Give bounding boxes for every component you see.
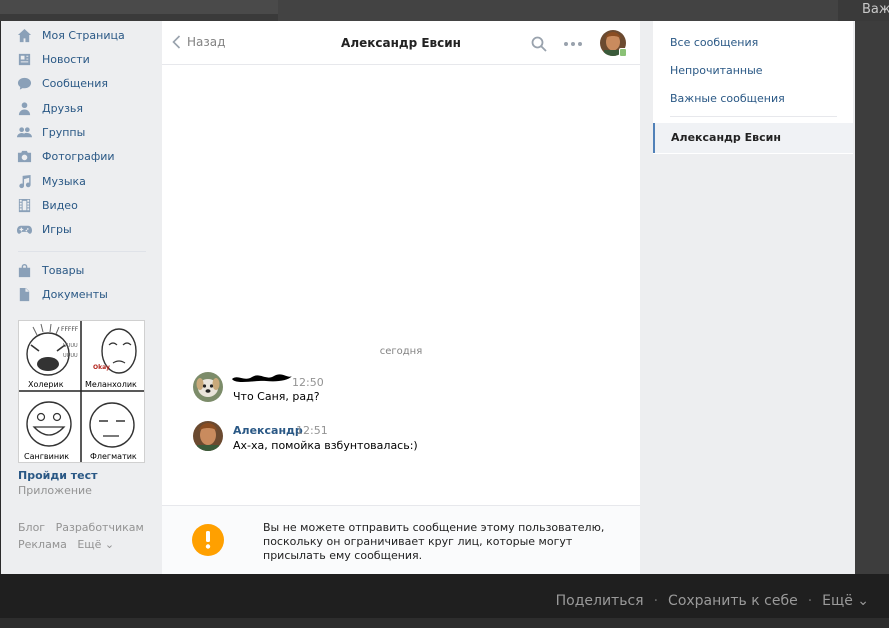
online-mobile-indicator	[619, 48, 627, 57]
nav-label: Игры	[42, 222, 72, 236]
nav-item-friends[interactable]: Друзья	[17, 97, 83, 119]
message-time: 12:51	[296, 424, 328, 437]
nav-item-goods[interactable]: Товары	[17, 259, 84, 281]
nav-label: Группы	[42, 125, 86, 139]
nav-label: Новости	[42, 52, 90, 66]
blocked-notice-area: Вы не можете отправить сообщение этому п…	[162, 505, 640, 574]
backdrop-cut-text: Важ	[862, 2, 889, 17]
backdrop-bottom-strip	[0, 618, 889, 628]
more-options-icon[interactable]	[564, 36, 582, 52]
backdrop-left-card	[0, 0, 278, 14]
nav-label: Музыка	[42, 174, 86, 188]
filter-all-messages[interactable]: Все сообщения	[670, 36, 758, 49]
message-filters-panel: Все сообщения Непрочитанные Важные сообщ…	[653, 21, 853, 154]
warning-icon	[192, 524, 224, 556]
nav-item-photos[interactable]: Фотографии	[17, 145, 115, 167]
footer-link-blog[interactable]: Блог	[18, 521, 45, 534]
separator-dot: ·	[807, 593, 813, 609]
svg-text:UUUU: UUUU	[63, 353, 78, 359]
video-icon	[17, 198, 32, 213]
bag-icon	[17, 263, 32, 278]
filter-unread[interactable]: Непрочитанные	[670, 64, 763, 77]
date-divider: сегодня	[379, 346, 423, 357]
gamepad-icon	[17, 222, 32, 237]
promo-label-phlegmatic: Флегматик	[90, 452, 137, 461]
message-author-avatar-dog[interactable]	[193, 372, 223, 402]
message-author-avatar-alexander[interactable]	[193, 421, 223, 451]
home-icon	[17, 28, 32, 43]
promo-label-sanguine: Сангвиник	[24, 452, 69, 461]
nav-item-groups[interactable]: Группы	[17, 121, 85, 143]
active-conversation-label: Александр Евсин	[671, 131, 781, 144]
bottom-actions: Поделиться · Сохранить к себе · Ещё ⌄	[556, 593, 869, 609]
friends-icon	[17, 101, 32, 116]
blocked-notice-text: Вы не можете отправить сообщение этому п…	[263, 521, 605, 562]
footer-link-ads[interactable]: Реклама	[18, 538, 67, 551]
redacted-name-scribble	[232, 374, 292, 383]
active-conversation-item[interactable]: Александр Евсин	[653, 123, 853, 153]
separator-dot: ·	[653, 593, 659, 609]
music-icon	[17, 174, 32, 189]
filter-important[interactable]: Важные сообщения	[670, 92, 785, 105]
message-author-name[interactable]: Александр	[233, 424, 303, 437]
backdrop-top-strip: Важ	[0, 0, 889, 21]
promo-subtitle: Приложение	[18, 484, 92, 497]
nav-divider	[18, 251, 146, 252]
left-navigation: Моя Страница Новости Сообщения Друзья Гр…	[1, 21, 161, 574]
nav-item-documents[interactable]: Документы	[17, 283, 108, 305]
save-to-self-button[interactable]: Сохранить к себе	[668, 593, 798, 609]
nav-item-video[interactable]: Видео	[17, 194, 78, 216]
messages-icon	[17, 76, 32, 91]
promo-title[interactable]: Пройди тест	[18, 469, 98, 482]
promo-label-choleric: Холерик	[28, 380, 64, 389]
nav-item-messages[interactable]: Сообщения	[17, 72, 108, 94]
nav-item-music[interactable]: Музыка	[17, 170, 86, 192]
nav-label: Моя Страница	[42, 28, 125, 42]
nav-label: Фотографии	[42, 149, 115, 163]
temperament-meme-image: FFFFF UUUU UUUU Okay Холерик Меланхолик …	[19, 321, 144, 462]
document-icon	[17, 287, 32, 302]
nav-item-games[interactable]: Игры	[17, 218, 72, 240]
message-text: Ах-ха, помойка взбунтовалась:)	[233, 439, 418, 452]
share-button[interactable]: Поделиться	[556, 593, 644, 609]
avatar-photo	[193, 421, 223, 451]
chat-header: Назад Александр Евсин	[162, 21, 640, 65]
footer-links-row2: Реклама Ещё ⌄	[18, 538, 114, 551]
promo-okay-label: Okay	[93, 364, 110, 371]
nav-label: Видео	[42, 198, 78, 212]
svg-text:UUUU: UUUU	[63, 343, 78, 349]
nav-label: Товары	[42, 263, 85, 277]
nav-label: Сообщения	[42, 76, 109, 90]
svg-text:FFFFF: FFFFF	[61, 326, 79, 333]
more-button[interactable]: Ещё ⌄	[822, 593, 869, 609]
footer-link-developers[interactable]: Разработчикам	[56, 521, 144, 534]
backdrop-center-card	[278, 0, 838, 21]
search-icon[interactable]	[531, 36, 547, 52]
footer-link-more[interactable]: Ещё ⌄	[77, 538, 114, 551]
camera-icon	[17, 149, 32, 164]
nav-label: Друзья	[42, 101, 84, 115]
nav-label: Документы	[42, 287, 108, 301]
dog-avatar-photo	[193, 372, 223, 402]
footer-links-row1: Блог Разработчикам	[18, 521, 144, 534]
backdrop-right-strip	[855, 21, 889, 574]
message-time: 12:50	[292, 376, 324, 389]
promo-image-temperaments[interactable]: FFFFF UUUU UUUU Okay Холерик Меланхолик …	[18, 320, 145, 463]
news-icon	[17, 52, 32, 67]
promo-label-melancholic: Меланхолик	[85, 380, 137, 389]
groups-icon	[17, 125, 32, 140]
nav-item-news[interactable]: Новости	[17, 48, 90, 70]
panel-divider	[670, 116, 837, 117]
chat-window: Назад Александр Евсин сегодня 12:50 Что …	[162, 21, 640, 574]
nav-item-my-page[interactable]: Моя Страница	[17, 24, 125, 46]
message-text: Что Саня, рад?	[233, 390, 320, 403]
